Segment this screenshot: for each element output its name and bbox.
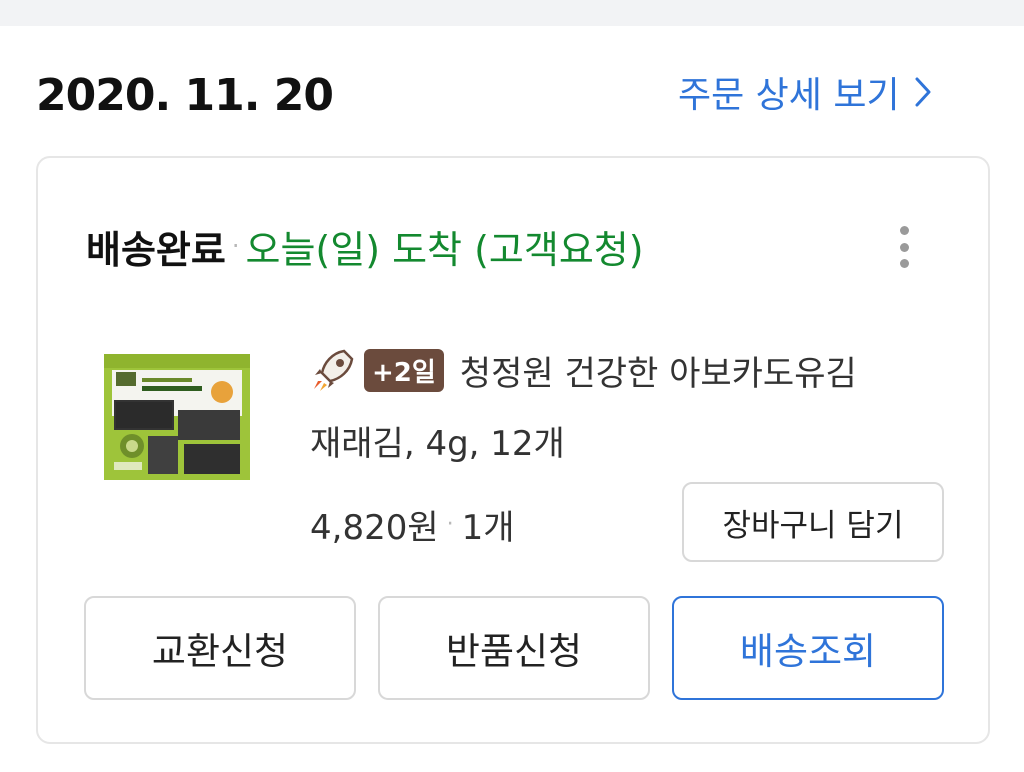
delivery-status-label: 배송완료 [86, 227, 226, 272]
product-thumbnail[interactable] [102, 352, 252, 482]
delivery-delay-badge: +2일 [364, 348, 444, 392]
more-options-icon[interactable] [886, 220, 922, 274]
track-delivery-button[interactable]: 배송조회 [672, 596, 944, 700]
arrival-info: 오늘(일) 도착 (고객요청) [245, 227, 644, 272]
order-detail-link[interactable]: 주문 상세 보기 [678, 66, 932, 118]
status-separator: · [231, 232, 240, 260]
exchange-request-button[interactable]: 교환신청 [84, 596, 356, 700]
chevron-right-icon [915, 77, 931, 107]
product-quantity: 1개 [461, 508, 515, 548]
order-date: 2020. 11. 20 [36, 70, 334, 121]
return-request-button[interactable]: 반품신청 [378, 596, 650, 700]
order-detail-label: 주문 상세 보기 [678, 75, 900, 116]
delivery-status: 배송완료 · 오늘(일) 도착 (고객요청) [86, 218, 644, 274]
add-to-cart-button[interactable]: 장바구니 담기 [682, 482, 944, 562]
price-quantity: 4,820원 · 1개 [310, 500, 515, 549]
product-name-line[interactable]: +2일 청정원 건강한 아보카도유김 [310, 342, 857, 398]
product-name-detail[interactable]: 재래김, 4g, 12개 [310, 416, 565, 465]
product-name: 청정원 건강한 아보카도유김 [459, 353, 857, 394]
price-separator: · [446, 512, 454, 537]
shipment-card: 배송완료 · 오늘(일) 도착 (고객요청) +2일 청정원 건강한 아보카도유… [36, 156, 990, 744]
rocket-icon [314, 349, 354, 391]
order-card-sheet: 2020. 11. 20 주문 상세 보기 배송완료 · 오늘(일) 도착 (고… [0, 26, 1024, 772]
product-price: 4,820원 [310, 508, 439, 548]
